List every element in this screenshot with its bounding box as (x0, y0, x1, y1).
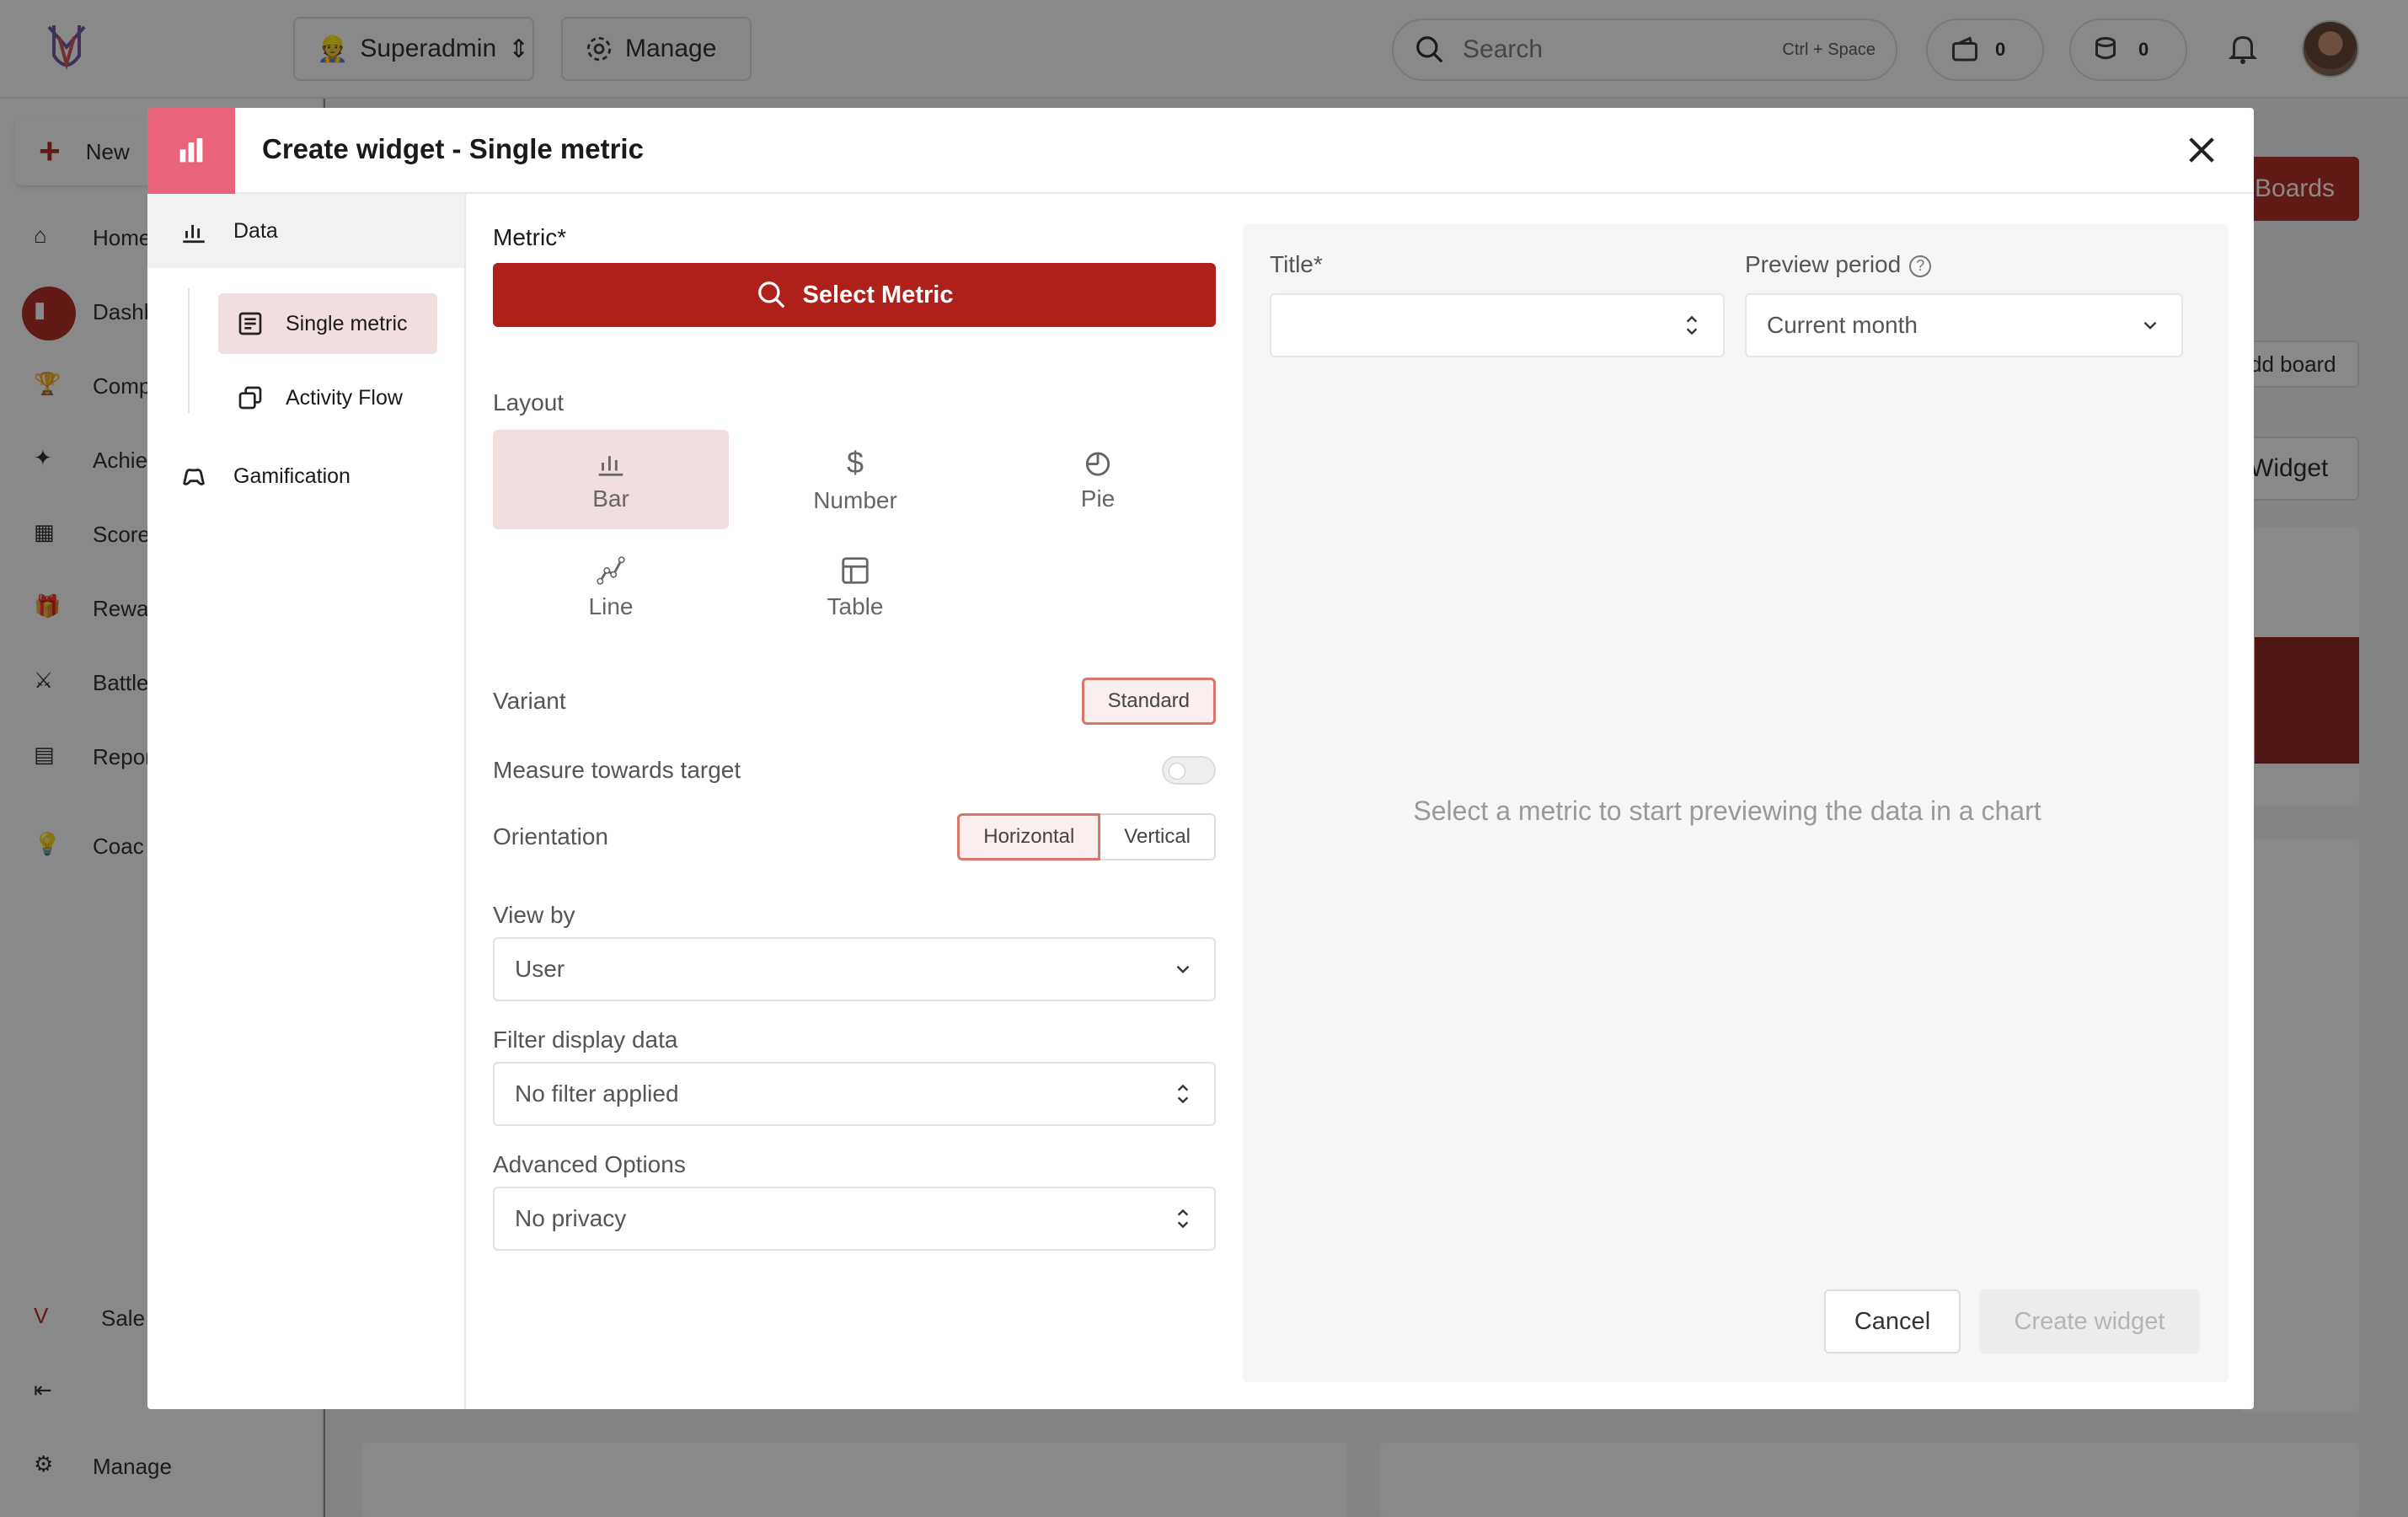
view-by-select[interactable]: User (493, 937, 1216, 1001)
chevron-updown-icon (1177, 1084, 1189, 1104)
view-by-label: View by (493, 902, 575, 928)
orientation-horizontal-button[interactable]: Horizontal (957, 813, 1101, 860)
nav-data-label: Data (233, 218, 278, 243)
pie-chart-icon (1085, 452, 1110, 476)
orientation-label: Orientation (493, 823, 608, 850)
create-widget-modal: Create widget - Single metric Data Singl… (147, 108, 2254, 1409)
nav-gamification-label: Gamification (233, 464, 350, 488)
nav-activity-flow[interactable]: Activity Flow (218, 367, 403, 428)
preview-period-label: Preview period (1745, 251, 1902, 277)
layout-table-option[interactable]: Table (737, 538, 973, 637)
layout-table-label: Table (827, 593, 884, 619)
nav-tree-line (188, 288, 190, 413)
bar-chart-icon (147, 108, 235, 194)
nav-activity-flow-label: Activity Flow (286, 385, 403, 410)
bar-chart-outline-icon (598, 456, 623, 476)
metric-label: Metric* (493, 224, 567, 250)
orientation-vertical-button[interactable]: Vertical (1100, 813, 1216, 860)
chevron-updown-icon (1177, 1209, 1189, 1229)
orientation-vertical-label: Vertical (1124, 825, 1191, 848)
layout-line-option[interactable]: Line (493, 538, 729, 637)
select-metric-button[interactable]: Select Metric (493, 263, 1216, 327)
chevron-updown-icon (1686, 315, 1698, 335)
layout-number-label: Number (813, 487, 897, 513)
select-metric-label: Select Metric (802, 281, 954, 308)
gamepad-icon (183, 469, 205, 485)
nav-single-metric-label: Single metric (286, 311, 408, 335)
measure-toggle[interactable] (1162, 756, 1216, 785)
preview-empty-message: Select a metric to start previewing the … (1413, 796, 2041, 826)
title-input[interactable] (1270, 293, 1725, 357)
chevron-down-icon (1176, 965, 1190, 973)
orientation-horizontal-label: Horizontal (983, 825, 1075, 848)
layout-pie-option[interactable]: Pie (980, 430, 1216, 529)
nav-single-metric[interactable]: Single metric (218, 293, 437, 354)
close-icon[interactable] (2185, 133, 2218, 167)
widget-preview: Title* Preview period? Current month Sel… (1243, 224, 2229, 1382)
table-icon (842, 557, 869, 584)
layout-bar-option[interactable]: Bar (493, 430, 729, 529)
line-chart-icon (597, 556, 625, 585)
list-icon (238, 312, 262, 335)
create-widget-button[interactable]: Create widget (1979, 1289, 2200, 1354)
nav-gamification[interactable]: Gamification (179, 462, 350, 490)
advanced-options-value: No privacy (515, 1205, 627, 1231)
layout-number-option[interactable]: $ Number (737, 430, 973, 529)
filter-label: Filter display data (493, 1027, 678, 1053)
variant-value: Standard (1107, 689, 1190, 712)
modal-header: Create widget - Single metric (147, 108, 2254, 194)
layout-label: Layout (493, 389, 565, 415)
cancel-label: Cancel (1854, 1307, 1931, 1335)
layout-bar-label: Bar (592, 485, 629, 512)
measure-row: Measure towards target (493, 747, 1216, 794)
filter-value: No filter applied (515, 1080, 679, 1107)
variant-row: Variant Standard (493, 678, 1216, 725)
bar-chart-outline-icon (183, 224, 205, 244)
advanced-options-label: Advanced Options (493, 1151, 686, 1177)
variant-standard-button[interactable]: Standard (1081, 678, 1216, 725)
preview-period-select[interactable]: Current month (1745, 293, 2183, 357)
help-icon[interactable]: ? (1909, 255, 1932, 277)
orientation-row: Orientation Horizontal Vertical (493, 812, 1216, 861)
search-icon (757, 281, 784, 308)
chevron-down-icon (2143, 321, 2157, 330)
modal-title: Create widget - Single metric (262, 133, 644, 164)
filter-select[interactable]: No filter applied (493, 1062, 1216, 1126)
preview-period-value: Current month (1767, 312, 1918, 338)
preview-period-label-wrap: Preview period? (1745, 251, 1932, 278)
view-by-value: User (515, 956, 565, 982)
copy-icon (238, 386, 262, 410)
layout-line-label: Line (588, 593, 634, 619)
advanced-options-select[interactable]: No privacy (493, 1187, 1216, 1251)
widget-form: Metric* Select Metric Layout Bar $ Numbe… (493, 194, 1217, 1409)
create-widget-label: Create widget (2014, 1307, 2165, 1335)
cancel-button[interactable]: Cancel (1824, 1289, 1961, 1354)
nav-data[interactable]: Data (147, 194, 464, 268)
measure-label: Measure towards target (493, 757, 741, 783)
layout-pie-label: Pie (1080, 485, 1116, 512)
orientation-segmented: Horizontal Vertical (957, 813, 1216, 860)
modal-nav: Data Single metric Activity Flow Gamific… (147, 194, 466, 1409)
dollar-icon: $ (846, 445, 864, 480)
title-label: Title* (1270, 251, 1323, 277)
variant-label: Variant (493, 688, 566, 714)
